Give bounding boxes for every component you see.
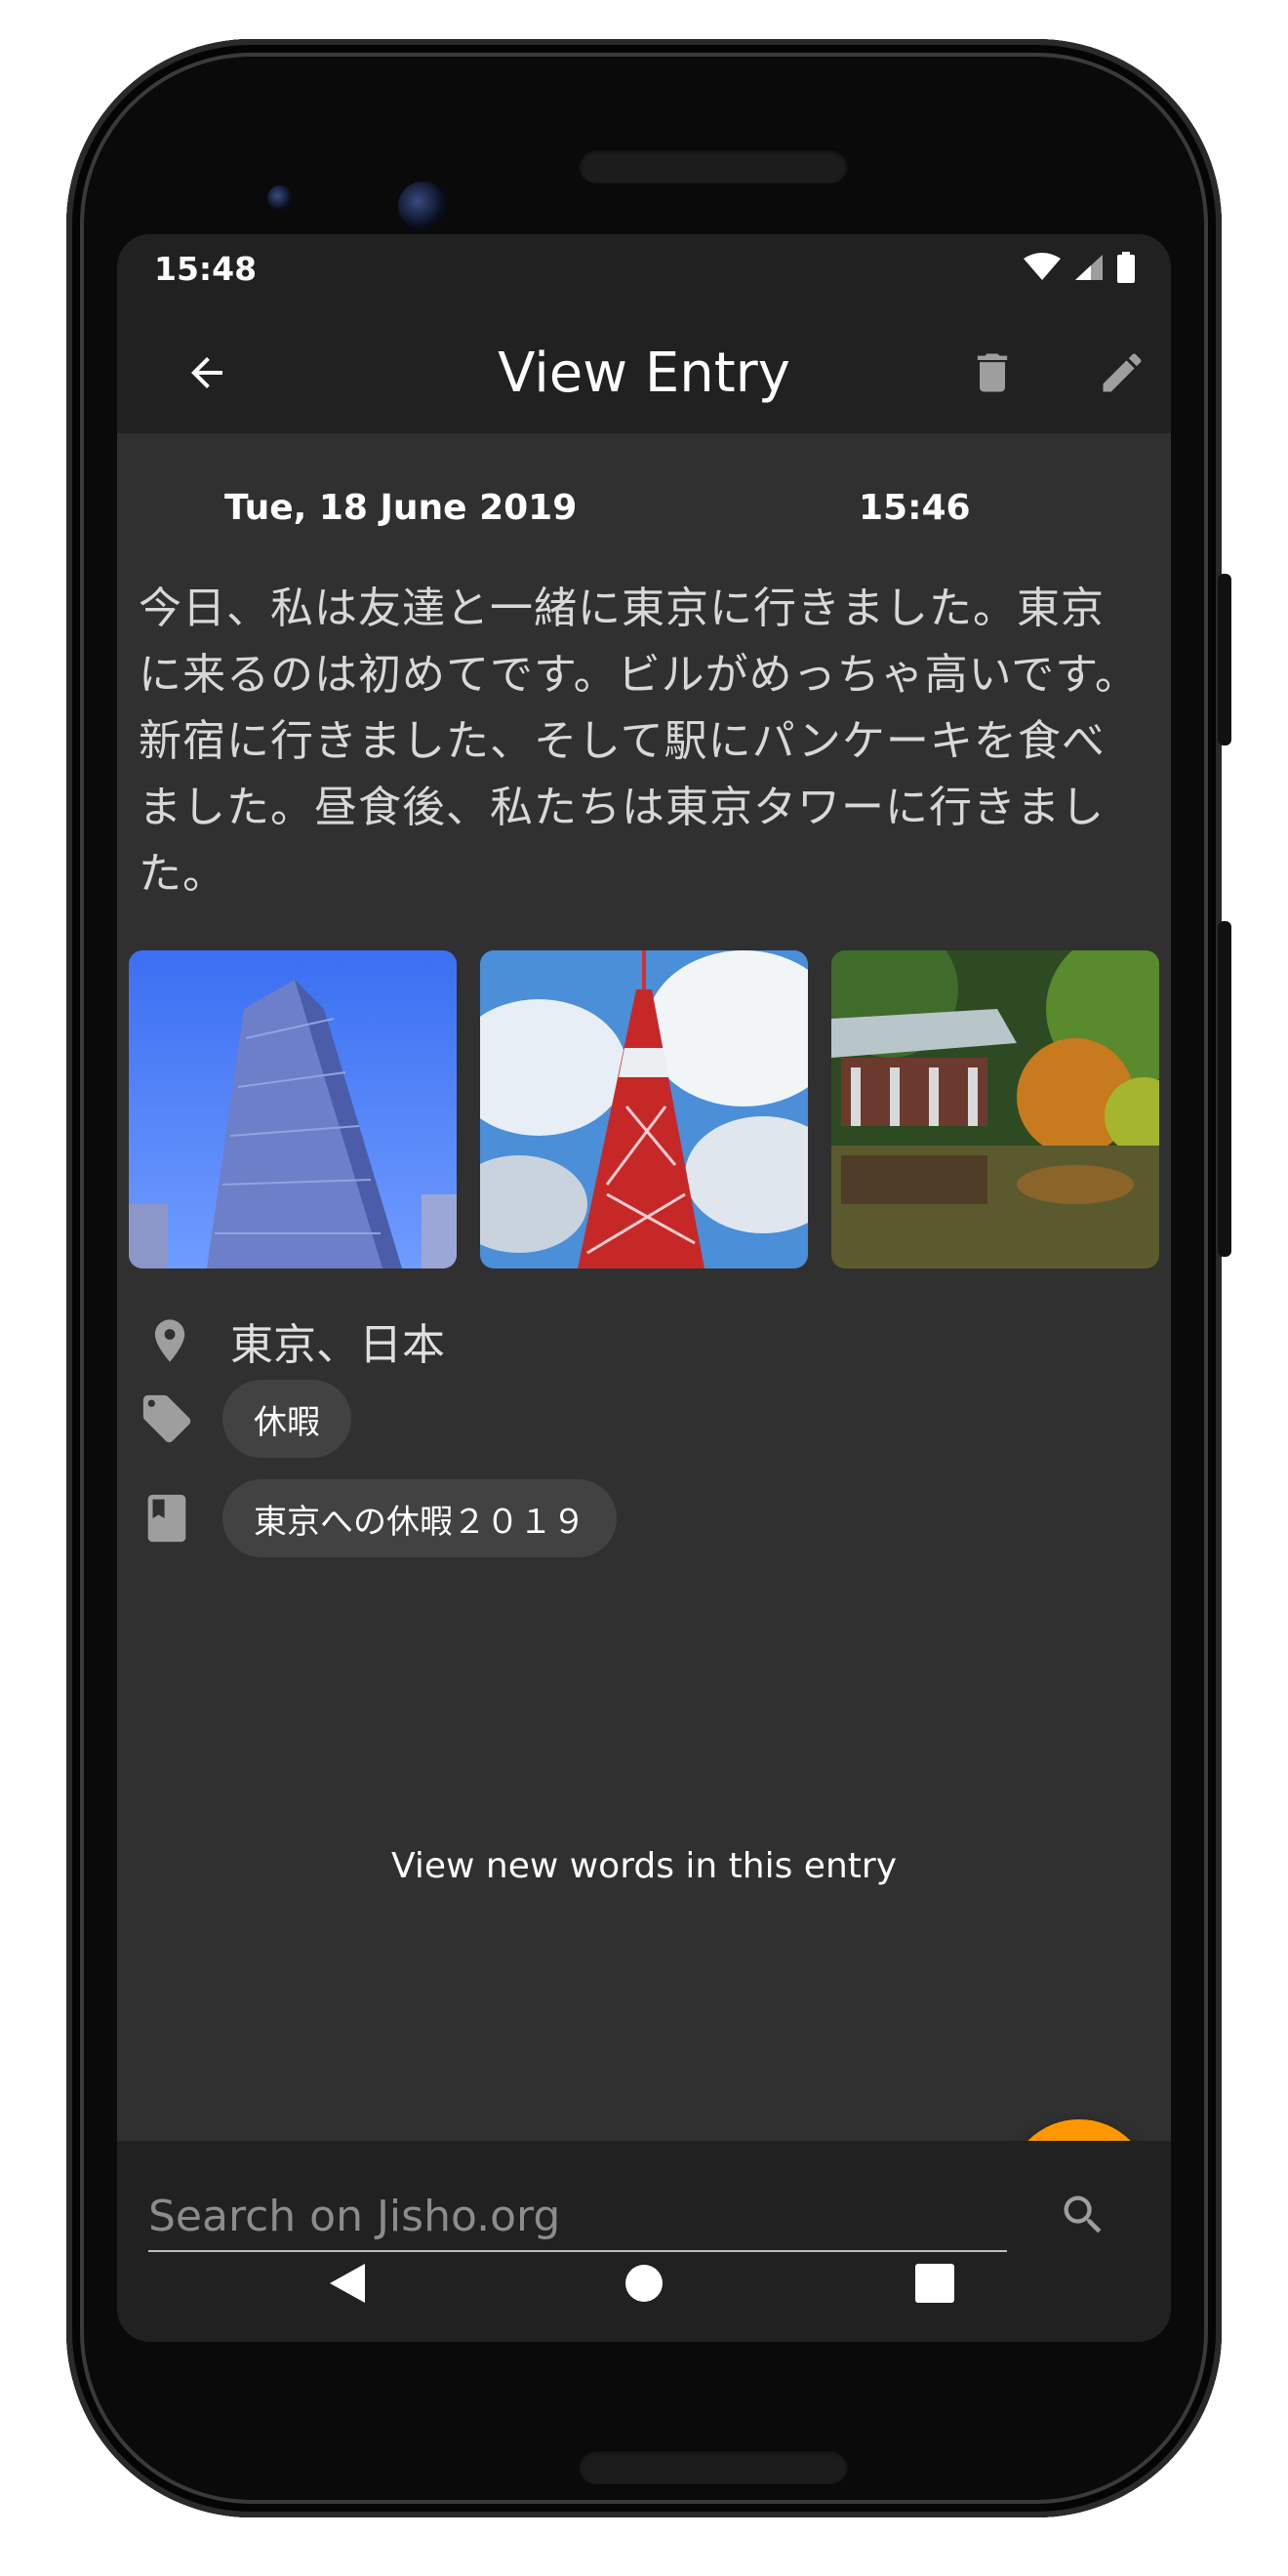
- status-time: 15:48: [154, 250, 258, 288]
- location-pin-icon: [154, 1319, 185, 1362]
- journal-row: 東京への休暇２０１９: [139, 1479, 617, 1557]
- nav-recents-icon[interactable]: [915, 2264, 954, 2303]
- front-camera: [398, 181, 447, 230]
- photo-strip: [129, 950, 1159, 1268]
- photo-tokyo-tower[interactable]: [480, 950, 808, 1268]
- tag-row: 休暇: [139, 1380, 351, 1458]
- power-button: [1218, 574, 1231, 745]
- entry-body-text: 今日、私は友達と一緒に東京に行きました。東京に来るのは初めてです。ビルがめっちゃ…: [139, 584, 1139, 899]
- front-sensor: [267, 185, 293, 211]
- bottom-speaker: [579, 2449, 848, 2484]
- battery-icon: [1117, 252, 1135, 283]
- wifi-icon: [1024, 253, 1061, 280]
- app-bar: View Entry: [117, 312, 1171, 433]
- edit-button[interactable]: [1083, 334, 1161, 412]
- edit-icon: [1103, 353, 1142, 392]
- top-speaker: [579, 148, 848, 183]
- photo-skyscraper[interactable]: [129, 950, 457, 1268]
- photo-garden-pavilion[interactable]: [831, 950, 1159, 1268]
- entry-date[interactable]: Tue, 18 June 2019: [224, 488, 577, 528]
- entry-time[interactable]: 15:46: [859, 488, 971, 528]
- tag-chip[interactable]: 休暇: [222, 1380, 351, 1458]
- book-icon: [147, 1494, 186, 1543]
- status-bar: 15:48: [117, 234, 1171, 312]
- tag-icon: [142, 1394, 191, 1443]
- nav-back-icon[interactable]: [328, 2262, 367, 2305]
- view-new-words-link[interactable]: View new words in this entry: [117, 1846, 1171, 1886]
- screen: 15:48 View Entry Tue, 18 June 2019 15:46…: [117, 234, 1171, 2342]
- delete-button[interactable]: [953, 334, 1031, 412]
- volume-button: [1218, 921, 1231, 1257]
- location-text: 東京、日本: [230, 1320, 445, 1370]
- location-row[interactable]: 東京、日本: [144, 1309, 445, 1372]
- signal-icon: [1075, 255, 1103, 280]
- journal-chip[interactable]: 東京への休暇２０１９: [222, 1479, 617, 1557]
- entry-content: Tue, 18 June 2019 15:46 今日、私は友達と一緒に東京に行き…: [117, 433, 1171, 2264]
- nav-home-icon[interactable]: [624, 2264, 664, 2303]
- delete-icon: [977, 353, 1008, 392]
- system-nav-bar: [117, 2225, 1171, 2342]
